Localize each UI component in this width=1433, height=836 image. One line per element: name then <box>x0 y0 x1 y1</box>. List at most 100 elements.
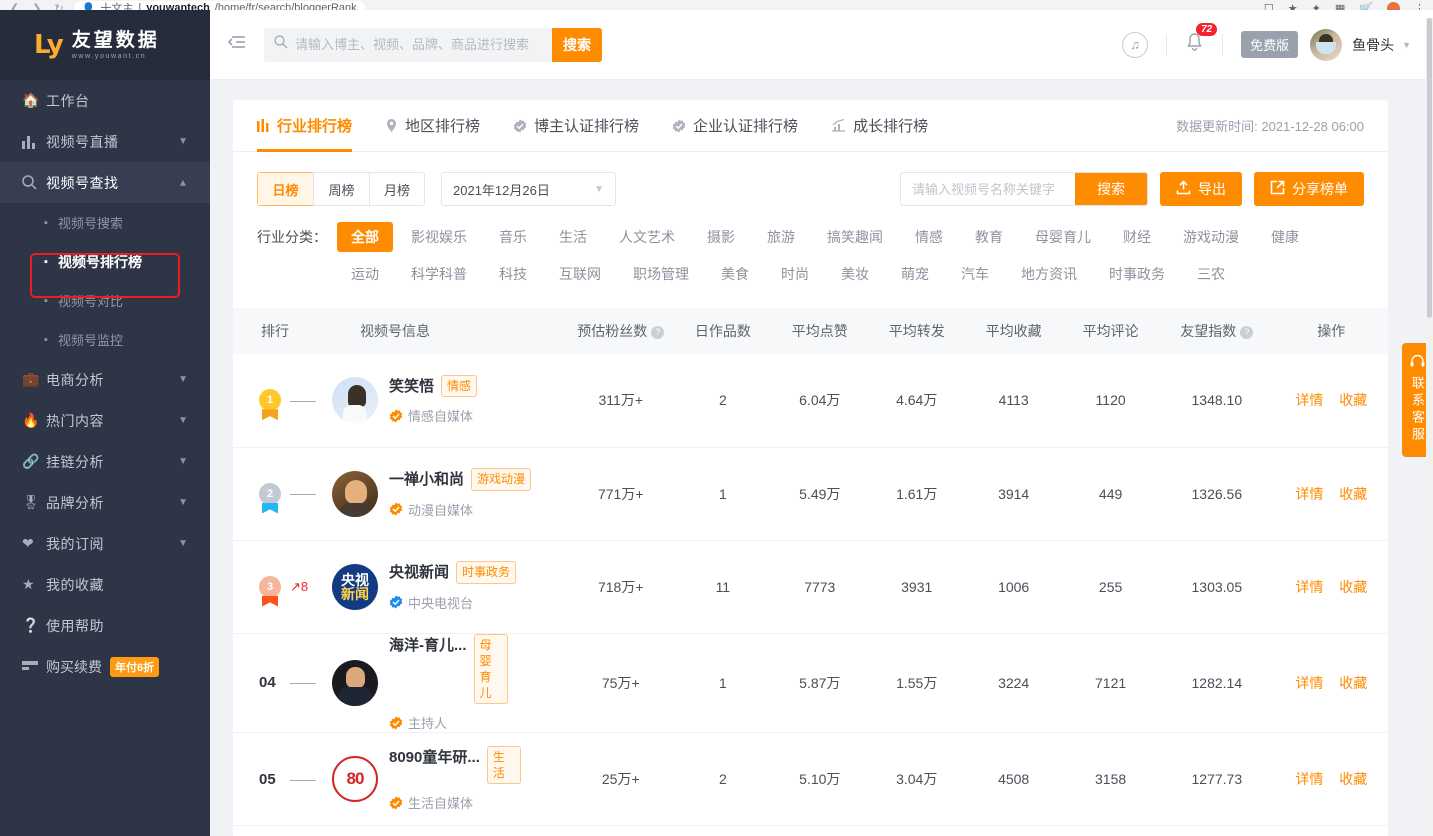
category-chip[interactable]: 健康 <box>1257 222 1313 252</box>
blogger-name[interactable]: 央视新闻 <box>389 561 449 582</box>
blogger-name[interactable]: 海洋-育儿... <box>389 634 467 655</box>
category-chip[interactable]: 时事政务 <box>1095 259 1179 289</box>
sidebar-item-my-favorites[interactable]: ★ 我的收藏 <box>0 564 210 605</box>
tab-blogger-cert-rank[interactable]: 博主认证排行榜 <box>513 100 639 152</box>
blogger-avatar[interactable] <box>332 659 378 706</box>
category-chip[interactable]: 人文艺术 <box>605 222 689 252</box>
col-fans-label: 预估粉丝数 <box>577 323 648 339</box>
tab-label: 博主认证排行榜 <box>534 118 640 135</box>
sidebar-subitem-video-monitor[interactable]: ▪ 视频号监控 <box>0 320 210 359</box>
sidebar-item-help[interactable]: ❔ 使用帮助 <box>0 605 210 646</box>
category-chip[interactable]: 运动 <box>337 259 393 289</box>
page-scrollbar[interactable] <box>1426 18 1433 836</box>
tab-company-cert-rank[interactable]: 企业认证排行榜 <box>672 100 798 152</box>
sidebar-item-video-find[interactable]: 视频号查找 ▼ <box>0 162 210 203</box>
keyword-search-input[interactable] <box>901 173 1075 205</box>
sidebar-subitem-video-search[interactable]: ▪ 视频号搜索 <box>0 203 210 242</box>
period-daily-button[interactable]: 日榜 <box>257 172 313 206</box>
category-chip[interactable]: 母婴育儿 <box>1021 222 1105 252</box>
medal-bronze-icon: 3 <box>259 575 281 607</box>
blogger-avatar[interactable] <box>332 470 378 517</box>
category-chip[interactable]: 职场管理 <box>619 259 703 289</box>
tab-growth-rank[interactable]: 成长排行榜 <box>831 100 928 152</box>
sidebar-item-hot-content[interactable]: 🔥 热门内容 ▼ <box>0 400 210 441</box>
sidebar-item-link-analysis[interactable]: 🔗 挂链分析 ▼ <box>0 441 210 482</box>
tab-region-rank[interactable]: 地区排行榜 <box>385 100 480 152</box>
plan-badge[interactable]: 免费版 <box>1241 31 1299 58</box>
category-chip[interactable]: 财经 <box>1109 222 1165 252</box>
sidebar-item-workbench[interactable]: 🏠 工作台 <box>0 80 210 121</box>
detail-link[interactable]: 详情 <box>1295 392 1323 408</box>
scrollbar-thumb[interactable] <box>1427 18 1432 318</box>
collect-link[interactable]: 收藏 <box>1339 392 1367 408</box>
collect-link[interactable]: 收藏 <box>1339 486 1367 502</box>
category-chip[interactable]: 搞笑趣闻 <box>813 222 897 252</box>
sidebar-subitem-label: 视频号对比 <box>58 294 124 309</box>
collect-link[interactable]: 收藏 <box>1339 771 1367 787</box>
detail-link[interactable]: 详情 <box>1295 675 1323 691</box>
chevron-down-icon[interactable]: ▼ <box>1402 40 1411 50</box>
category-chip[interactable]: 游戏动漫 <box>1169 222 1253 252</box>
category-chip[interactable]: 三农 <box>1183 259 1239 289</box>
main-panel: 行业排行榜 地区排行榜 博主认证排行榜 企业认证排行榜 成长排行榜 数据更新时间… <box>233 100 1388 836</box>
category-chip[interactable]: 美妆 <box>827 259 883 289</box>
category-chip[interactable]: 教育 <box>961 222 1017 252</box>
period-weekly-button[interactable]: 周榜 <box>313 172 369 206</box>
cell-fans: 30万+ <box>567 825 675 836</box>
detail-link[interactable]: 详情 <box>1295 486 1323 502</box>
global-search-box[interactable] <box>264 27 552 62</box>
blogger-avatar[interactable]: 央视 新闻 <box>332 563 378 610</box>
category-chip[interactable]: 摄影 <box>693 222 749 252</box>
category-chip-all[interactable]: 全部 <box>337 222 393 252</box>
category-chip[interactable]: 汽车 <box>947 259 1003 289</box>
rank-delta: —— <box>290 392 316 408</box>
notification-bell[interactable]: 72 <box>1185 23 1218 57</box>
question-mark-icon[interactable]: ? <box>1240 325 1254 339</box>
date-picker[interactable]: 2021年12月26日 ▼ <box>441 172 616 206</box>
blogger-avatar[interactable] <box>332 377 378 424</box>
question-mark-icon[interactable]: ? <box>651 325 665 339</box>
verified-badge-icon <box>389 716 403 730</box>
detail-link[interactable]: 详情 <box>1295 579 1323 595</box>
sidebar-item-ecommerce[interactable]: 💼 电商分析 ▼ <box>0 359 210 400</box>
sidebar-item-brand-analysis[interactable]: 🎖 品牌分析 ▼ <box>0 482 210 523</box>
category-chip[interactable]: 萌宠 <box>887 259 943 289</box>
blogger-name[interactable]: 一禅小和尚 <box>389 468 464 489</box>
sidebar-item-live[interactable]: 视频号直播 ▼ <box>0 121 210 162</box>
category-chip[interactable]: 互联网 <box>545 259 615 289</box>
share-list-button[interactable]: 分享榜单 <box>1254 172 1364 206</box>
global-search-button[interactable]: 搜索 <box>552 27 602 62</box>
category-chip[interactable]: 情感 <box>901 222 957 252</box>
category-chip[interactable]: 影视娱乐 <box>397 222 481 252</box>
sidebar-item-label: 热门内容 <box>46 412 104 429</box>
category-chip[interactable]: 音乐 <box>485 222 541 252</box>
sidebar-item-purchase-renew[interactable]: 购买续费 年付6折 <box>0 646 210 687</box>
sidebar-subitem-video-compare[interactable]: ▪ 视频号对比 <box>0 281 210 320</box>
category-chip[interactable]: 科技 <box>485 259 541 289</box>
category-chip[interactable]: 地方资讯 <box>1007 259 1091 289</box>
brand-logo[interactable]: Ly 友望数据 www.youwant.cn <box>0 10 210 80</box>
sidebar: Ly 友望数据 www.youwant.cn 🏠 工作台 视频号直播 ▼ 视频号… <box>0 10 210 836</box>
collapse-sidebar-icon[interactable] <box>227 35 246 54</box>
global-search-input[interactable] <box>295 37 542 52</box>
keyword-search-button[interactable]: 搜索 <box>1075 173 1147 205</box>
blogger-name[interactable]: 笑笑悟 <box>389 375 434 396</box>
category-chip[interactable]: 生活 <box>545 222 601 252</box>
sidebar-item-my-subscriptions[interactable]: ❤ 我的订阅 ▼ <box>0 523 210 564</box>
tab-industry-rank[interactable]: 行业排行榜 <box>257 100 353 152</box>
collect-link[interactable]: 收藏 <box>1339 675 1367 691</box>
wechat-circle-icon[interactable]: ♫ <box>1122 31 1149 58</box>
category-chip[interactable]: 美食 <box>707 259 763 289</box>
category-chip[interactable]: 科学科普 <box>397 259 481 289</box>
category-chip[interactable]: 时尚 <box>767 259 823 289</box>
export-button[interactable]: 导出 <box>1160 172 1242 206</box>
detail-link[interactable]: 详情 <box>1295 771 1323 787</box>
collect-link[interactable]: 收藏 <box>1339 579 1367 595</box>
blogger-avatar[interactable]: 80 <box>332 756 378 803</box>
category-chip[interactable]: 旅游 <box>753 222 809 252</box>
period-monthly-button[interactable]: 月榜 <box>369 172 425 206</box>
blogger-name[interactable]: 8090童年研... <box>389 746 480 767</box>
avatar[interactable] <box>1310 28 1343 61</box>
contact-support-label: 联系客服 <box>1410 376 1425 444</box>
sidebar-subitem-video-rank[interactable]: ▪ 视频号排行榜 <box>0 242 210 281</box>
